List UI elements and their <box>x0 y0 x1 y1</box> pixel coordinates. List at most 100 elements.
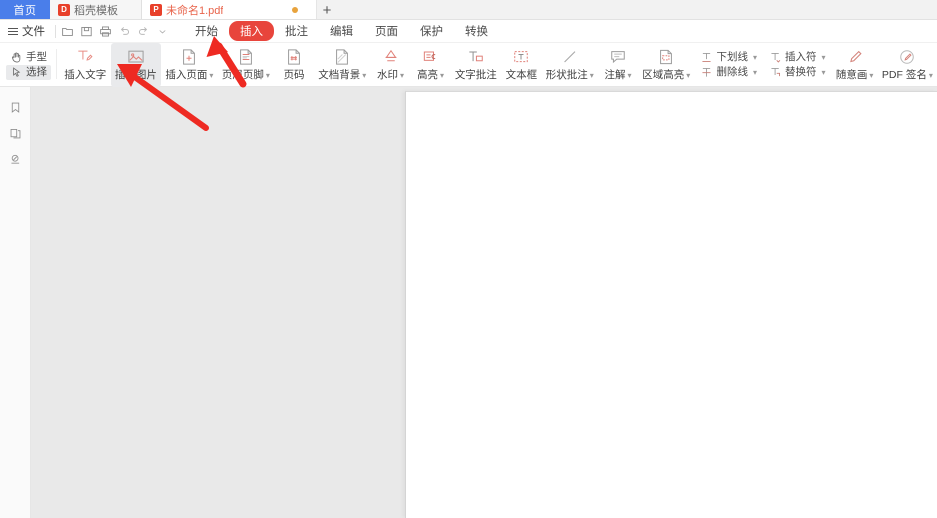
chevron-down-icon[interactable]: ▾ <box>362 71 366 80</box>
caret-insert-button[interactable]: 插入符 ▾ <box>765 50 830 65</box>
page-number-button[interactable]: 页码 <box>274 43 314 87</box>
insert-text-icon <box>75 46 95 68</box>
document-background-text: 文档背景 <box>318 69 361 81</box>
pdf-signature-label: PDF 签名 ▾ <box>882 69 933 82</box>
note-text: 注解 <box>604 69 626 81</box>
watermark-icon <box>381 46 401 68</box>
shape-comment-icon <box>560 46 580 68</box>
underline-label: 下划线 <box>716 51 748 63</box>
dao-ke-icon: D <box>58 3 70 16</box>
print-icon[interactable] <box>96 22 115 41</box>
document-workspace[interactable] <box>31 87 937 518</box>
chevron-down-icon[interactable]: ▾ <box>400 71 404 80</box>
menu-bar: 文件 开始 插入 批注 编辑 页面 保护 转换 <box>0 20 937 43</box>
insert-page-button[interactable]: 插入页面 ▾ <box>161 43 217 87</box>
strikethrough-button[interactable]: 删除线 ▾ <box>696 65 761 80</box>
menu-tab-page[interactable]: 页面 <box>364 21 409 41</box>
tab-home[interactable]: 首页 <box>0 0 50 19</box>
chevron-down-icon[interactable]: ▾ <box>929 71 933 80</box>
ribbon-tabs: 开始 插入 批注 编辑 页面 保护 转换 <box>184 21 499 41</box>
shape-comment-button[interactable]: 形状批注 ▾ <box>542 43 598 87</box>
tab-template[interactable]: D 稻壳模板 <box>50 0 142 19</box>
text-box-button[interactable]: 文本框 <box>501 43 541 87</box>
highlight-icon <box>421 46 441 68</box>
pdf-page-canvas[interactable] <box>405 91 937 518</box>
underline-button[interactable]: 下划线 ▾ <box>696 50 761 65</box>
shape-comment-label: 形状批注 ▾ <box>546 69 594 82</box>
bookmark-icon[interactable] <box>3 95 27 119</box>
file-menu-button[interactable]: 文件 <box>0 20 53 43</box>
pdf-signature-button[interactable]: PDF 签名 ▾ <box>878 43 937 87</box>
insert-page-text: 插入页面 <box>165 69 208 81</box>
watermark-text: 水印 <box>376 69 398 81</box>
pdf-file-icon: P <box>150 3 162 16</box>
new-tab-button[interactable]: + <box>316 0 338 20</box>
watermark-label: 水印 ▾ <box>377 69 404 82</box>
insert-image-button[interactable]: 插入图片 <box>110 43 162 87</box>
chevron-down-icon[interactable]: ▾ <box>753 66 757 79</box>
menu-tab-insert[interactable]: 插入 <box>229 21 274 41</box>
chevron-down-icon[interactable]: ▾ <box>686 71 690 80</box>
open-icon[interactable] <box>58 22 77 41</box>
ribbon-toolbar: 手型 选择 插入文字 插入图片 插入页面 ▾ 页眉页脚 ▾ 页码 文档背景 ▾ … <box>0 43 937 87</box>
insert-replace-group: 插入符 ▾ 替换符 ▾ <box>763 43 832 87</box>
pdf-signature-icon <box>897 46 917 68</box>
insert-image-icon <box>126 46 146 68</box>
menu-tab-edit-label: 编辑 <box>330 26 353 38</box>
area-highlight-label: 区域高亮 ▾ <box>642 69 690 82</box>
tab-document[interactable]: P 未命名1.pdf <box>142 0 317 19</box>
note-button[interactable]: 注解 ▾ <box>598 43 638 87</box>
insert-text-label: 插入文字 <box>64 69 107 81</box>
stamp-icon[interactable] <box>3 147 27 171</box>
watermark-button[interactable]: 水印 ▾ <box>371 43 411 87</box>
redo-icon[interactable] <box>134 22 153 41</box>
menu-tab-convert-label: 转换 <box>465 26 488 38</box>
new-tab-label: + <box>322 1 332 19</box>
header-footer-button[interactable]: 页眉页脚 ▾ <box>218 43 274 87</box>
chevron-down-icon[interactable]: ▾ <box>440 71 444 80</box>
undo-icon[interactable] <box>115 22 134 41</box>
chevron-down-icon[interactable]: ▾ <box>753 51 757 64</box>
hand-tool-button[interactable]: 手型 <box>6 50 51 65</box>
tab-document-label: 未命名1.pdf <box>166 4 224 17</box>
chevron-down-icon[interactable] <box>153 22 172 41</box>
text-comment-label: 文字批注 <box>454 69 497 81</box>
chevron-down-icon[interactable]: ▾ <box>821 51 825 64</box>
header-footer-text: 页眉页脚 <box>221 69 264 81</box>
insert-page-icon <box>179 46 199 68</box>
page-number-label: 页码 <box>283 69 305 81</box>
menu-tab-convert[interactable]: 转换 <box>454 21 499 41</box>
area-highlight-text: 区域高亮 <box>642 69 685 81</box>
select-tool-button[interactable]: 选择 <box>6 65 51 80</box>
menu-tab-comment[interactable]: 批注 <box>274 21 319 41</box>
divider <box>55 24 56 38</box>
chevron-down-icon[interactable]: ▾ <box>209 71 213 80</box>
chevron-down-icon[interactable]: ▾ <box>590 71 594 80</box>
note-icon <box>608 46 628 68</box>
insert-text-button[interactable]: 插入文字 <box>60 43 111 87</box>
highlight-text: 高亮 <box>416 69 438 81</box>
document-background-button[interactable]: 文档背景 ▾ <box>314 43 370 87</box>
unsaved-indicator-dot <box>292 7 298 13</box>
thumbnail-pages-icon[interactable] <box>3 121 27 145</box>
menu-tab-protect[interactable]: 保护 <box>409 21 454 41</box>
chevron-down-icon[interactable]: ▾ <box>821 66 825 79</box>
text-comment-button[interactable]: 文字批注 <box>451 43 502 87</box>
freehand-draw-button[interactable]: 随意画 ▾ <box>831 43 877 87</box>
menu-tab-insert-label: 插入 <box>240 26 263 38</box>
shape-comment-text: 形状批注 <box>545 69 588 81</box>
save-icon[interactable] <box>77 22 96 41</box>
select-tool-label: 选择 <box>26 66 47 78</box>
divider <box>56 49 57 79</box>
chevron-down-icon[interactable]: ▾ <box>266 71 270 80</box>
menu-tab-start[interactable]: 开始 <box>184 21 229 41</box>
highlight-label: 高亮 ▾ <box>417 69 444 82</box>
chevron-down-icon[interactable]: ▾ <box>869 71 873 80</box>
chevron-down-icon[interactable]: ▾ <box>628 71 632 80</box>
replace-button[interactable]: 替换符 ▾ <box>765 65 830 80</box>
strikethrough-label: 删除线 <box>716 66 748 78</box>
highlight-button[interactable]: 高亮 ▾ <box>411 43 451 87</box>
tab-bar: 首页 D 稻壳模板 P 未命名1.pdf + <box>0 0 937 20</box>
menu-tab-edit[interactable]: 编辑 <box>319 21 364 41</box>
area-highlight-button[interactable]: 区域高亮 ▾ <box>638 43 694 87</box>
